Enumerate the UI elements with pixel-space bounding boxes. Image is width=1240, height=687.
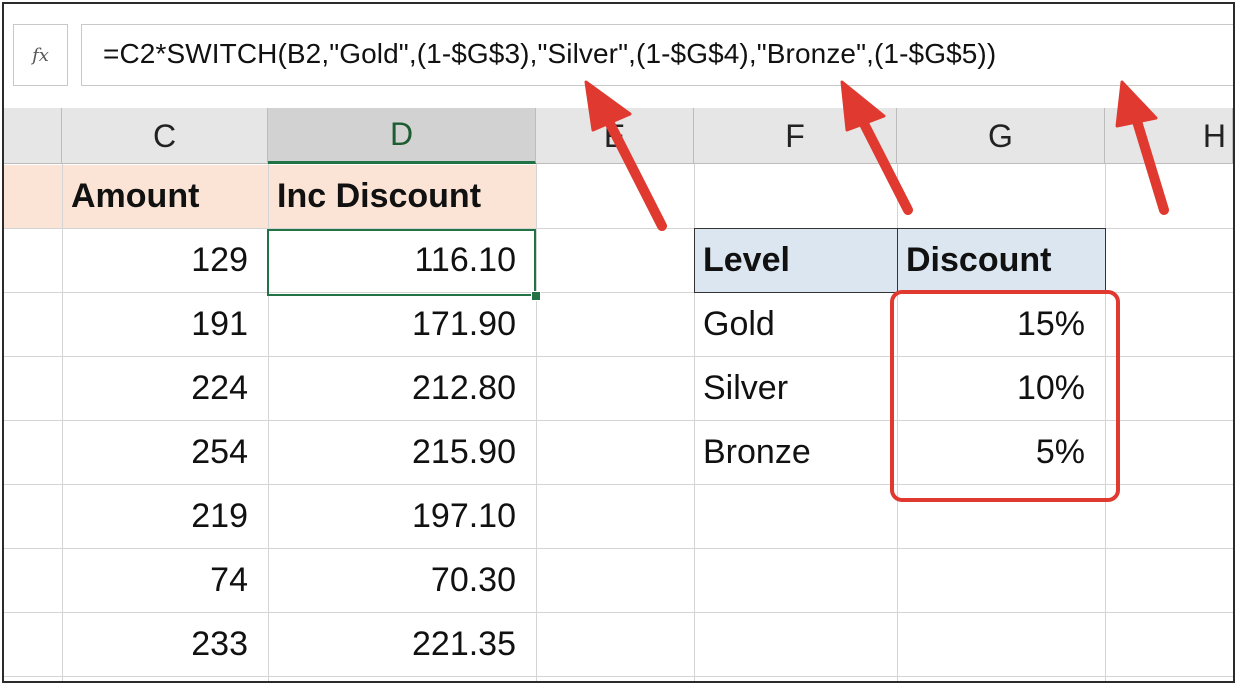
column-header-d[interactable]: D [268, 108, 536, 164]
column-header-h[interactable]: H [1105, 108, 1233, 164]
cell-inc-discount[interactable]: 221.35 [269, 613, 536, 676]
active-cell-selection[interactable] [267, 229, 536, 296]
cell-amount[interactable]: 233 [63, 613, 268, 676]
fill-handle[interactable] [531, 291, 541, 301]
column-header-f[interactable]: F [694, 108, 897, 164]
cell-inc-discount[interactable]: 70.30 [269, 549, 536, 612]
gridline [536, 164, 537, 681]
cell-amount[interactable]: 254 [63, 421, 268, 484]
cell-inc-discount[interactable]: 197.10 [269, 485, 536, 548]
cell-c1-amount-header[interactable]: Amount [63, 165, 268, 228]
cell-level[interactable]: Silver [695, 357, 897, 420]
column-header-row: C D E F G H [4, 108, 1233, 164]
highlight-box [890, 290, 1120, 502]
cell-inc-discount[interactable]: 212.80 [269, 357, 536, 420]
cell-amount[interactable]: 224 [63, 357, 268, 420]
cell-inc-discount[interactable]: 171.90 [269, 293, 536, 356]
cell-d1-inc-discount-header[interactable]: Inc Discount [269, 165, 536, 228]
cell-level[interactable]: Gold [695, 293, 897, 356]
spreadsheet-screenshot: fx =C2*SWITCH(B2,"Gold",(1-$G$3),"Silver… [2, 2, 1235, 683]
column-header-g[interactable]: G [897, 108, 1105, 164]
gridline [4, 676, 1233, 677]
cell-inc-discount[interactable]: 215.90 [269, 421, 536, 484]
cell-b1[interactable] [4, 165, 62, 228]
cell-amount[interactable]: 219 [63, 485, 268, 548]
cell-level[interactable]: Bronze [695, 421, 897, 484]
formula-bar: fx =C2*SWITCH(B2,"Gold",(1-$G$3),"Silver… [4, 4, 1233, 108]
column-header-e[interactable]: E [536, 108, 694, 164]
fx-icon[interactable]: fx [13, 24, 68, 86]
column-header-c[interactable]: C [62, 108, 268, 164]
fx-label: fx [32, 44, 49, 66]
column-header-b-partial[interactable] [4, 108, 62, 164]
worksheet-grid: C D E F G H Amount Inc Discount 129 191 … [4, 108, 1233, 681]
cell-amount[interactable]: 74 [63, 549, 268, 612]
cell-amount[interactable]: 129 [63, 229, 268, 292]
cell-level-header[interactable]: Level [694, 228, 898, 293]
cell-discount-header[interactable]: Discount [897, 228, 1106, 293]
formula-text[interactable]: =C2*SWITCH(B2,"Gold",(1-$G$3),"Silver",(… [103, 38, 996, 70]
cell-amount[interactable]: 191 [63, 293, 268, 356]
